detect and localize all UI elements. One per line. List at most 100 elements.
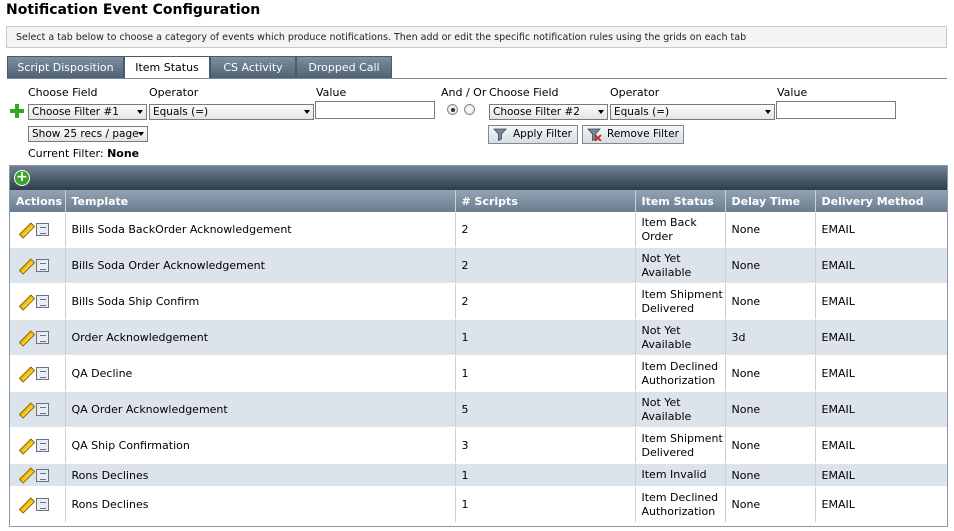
cell-scripts: 1 xyxy=(455,463,636,487)
copy-icon[interactable] xyxy=(36,223,49,236)
copy-icon[interactable] xyxy=(36,367,49,380)
filter2-operator-value: Equals (=) xyxy=(614,106,670,118)
edit-pencil-icon[interactable] xyxy=(18,295,32,309)
filter2-operator-select[interactable]: Equals (=) xyxy=(610,104,775,120)
col-delivery-method[interactable]: Delivery Method xyxy=(815,190,947,212)
current-filter: Current Filter: None xyxy=(28,147,139,160)
remove-filter-button[interactable]: Remove Filter xyxy=(582,125,684,144)
filter2-field-select[interactable]: Choose Filter #2 xyxy=(489,104,608,120)
apply-filter-button[interactable]: Apply Filter xyxy=(488,125,578,144)
cell-delay: None xyxy=(725,283,816,320)
table-row[interactable]: Rons Declines 1 Item Invalid None EMAIL xyxy=(10,463,947,487)
remove-funnel-icon xyxy=(587,128,602,142)
page-size-select[interactable]: Show 25 recs / page xyxy=(28,126,148,142)
filter1-operator-select[interactable]: Equals (=) xyxy=(149,104,314,120)
table-row[interactable]: QA Decline 1 Item Declined Authorization… xyxy=(10,355,947,392)
cell-scripts: 1 xyxy=(455,319,636,356)
copy-icon[interactable] xyxy=(36,439,49,452)
row-actions xyxy=(10,427,66,464)
row-actions xyxy=(10,486,66,523)
copy-icon[interactable] xyxy=(36,259,49,272)
grid-toolbar: + xyxy=(10,166,947,190)
table-row[interactable]: Rons Declines 1 Item Declined Authorizat… xyxy=(10,486,947,523)
cell-template: QA Ship Confirmation xyxy=(65,427,456,464)
operator-label-1: Operator xyxy=(149,86,199,99)
col-template[interactable]: Template xyxy=(65,190,456,212)
tab-dropped-call[interactable]: Dropped Call xyxy=(296,56,392,79)
cell-method: EMAIL xyxy=(815,463,947,487)
chevron-down-icon xyxy=(765,110,771,114)
cell-item-status: Item Shipment Delivered xyxy=(635,283,726,320)
row-actions xyxy=(10,355,66,392)
cell-delay: None xyxy=(725,391,816,428)
edit-pencil-icon[interactable] xyxy=(18,367,32,381)
cell-scripts: 1 xyxy=(455,486,636,523)
add-filter-plus-icon[interactable] xyxy=(10,104,24,118)
tab-script-disposition[interactable]: Script Disposition xyxy=(7,56,124,79)
table-row[interactable]: Bills Soda Ship Confirm 2 Item Shipment … xyxy=(10,283,947,320)
table-row[interactable]: Bills Soda BackOrder Acknowledgement 2 I… xyxy=(10,212,947,248)
table-row[interactable]: QA Ship Confirmation 3 Item Shipment Del… xyxy=(10,427,947,464)
tab-item-status[interactable]: Item Status xyxy=(124,56,210,79)
cell-method: EMAIL xyxy=(815,212,947,248)
cell-template: Order Acknowledgement xyxy=(65,319,456,356)
col-delay-time[interactable]: Delay Time xyxy=(725,190,816,212)
cell-delay: None xyxy=(725,355,816,392)
cell-template: QA Order Acknowledgement xyxy=(65,391,456,428)
cell-delay: None xyxy=(725,212,816,248)
copy-icon[interactable] xyxy=(36,498,49,511)
row-actions xyxy=(10,391,66,428)
edit-pencil-icon[interactable] xyxy=(18,331,32,345)
cell-method: EMAIL xyxy=(815,486,947,523)
row-actions xyxy=(10,283,66,320)
edit-pencil-icon[interactable] xyxy=(18,259,32,273)
row-actions xyxy=(10,319,66,356)
and-radio[interactable] xyxy=(447,104,458,115)
chevron-down-icon xyxy=(598,110,604,114)
table-row[interactable]: QA Order Acknowledgement 5 Not Yet Avail… xyxy=(10,391,947,428)
copy-icon[interactable] xyxy=(36,403,49,416)
copy-icon[interactable] xyxy=(36,331,49,344)
cell-item-status: Not Yet Available xyxy=(635,319,726,356)
edit-pencil-icon[interactable] xyxy=(18,498,32,512)
chevron-down-icon xyxy=(138,132,144,136)
filter1-operator-value: Equals (=) xyxy=(153,106,209,118)
cell-item-status: Item Declined Authorization xyxy=(635,355,726,392)
cell-item-status: Item Back Order xyxy=(635,212,726,248)
cell-delay: None xyxy=(725,247,816,284)
notification-grid: + Actions Template # Scripts Item Status… xyxy=(9,165,948,527)
row-actions xyxy=(10,212,66,248)
edit-pencil-icon[interactable] xyxy=(18,403,32,417)
chevron-down-icon xyxy=(137,110,143,114)
copy-icon[interactable] xyxy=(36,295,49,308)
cell-scripts: 2 xyxy=(455,212,636,248)
or-radio[interactable] xyxy=(464,104,475,115)
cell-template: Bills Soda Ship Confirm xyxy=(65,283,456,320)
filter1-value-input[interactable] xyxy=(315,101,435,119)
cell-method: EMAIL xyxy=(815,247,947,284)
cell-method: EMAIL xyxy=(815,355,947,392)
col-item-status[interactable]: Item Status xyxy=(635,190,726,212)
filter2-value-input[interactable] xyxy=(776,101,896,119)
edit-pencil-icon[interactable] xyxy=(18,468,32,482)
tab-bar: Script Disposition Item Status CS Activi… xyxy=(7,56,392,79)
filter1-field-select[interactable]: Choose Filter #1 xyxy=(28,104,147,120)
row-actions xyxy=(10,463,66,487)
col-scripts[interactable]: # Scripts xyxy=(455,190,636,212)
col-actions[interactable]: Actions xyxy=(10,190,66,212)
value-label-1: Value xyxy=(316,86,347,99)
copy-icon[interactable] xyxy=(36,468,49,482)
filter1-field-value: Choose Filter #1 xyxy=(32,106,119,118)
cell-delay: None xyxy=(725,427,816,464)
cell-scripts: 3 xyxy=(455,427,636,464)
edit-pencil-icon[interactable] xyxy=(18,223,32,237)
cell-method: EMAIL xyxy=(815,427,947,464)
edit-pencil-icon[interactable] xyxy=(18,439,32,453)
add-row-plus-icon[interactable]: + xyxy=(14,170,30,186)
table-row[interactable]: Order Acknowledgement 1 Not Yet Availabl… xyxy=(10,319,947,356)
tab-cs-activity[interactable]: CS Activity xyxy=(210,56,296,79)
notification-table: Actions Template # Scripts Item Status D… xyxy=(10,190,947,523)
cell-delay: None xyxy=(725,486,816,523)
current-filter-label: Current Filter: xyxy=(28,147,104,160)
table-row[interactable]: Bills Soda Order Acknowledgement 2 Not Y… xyxy=(10,247,947,284)
